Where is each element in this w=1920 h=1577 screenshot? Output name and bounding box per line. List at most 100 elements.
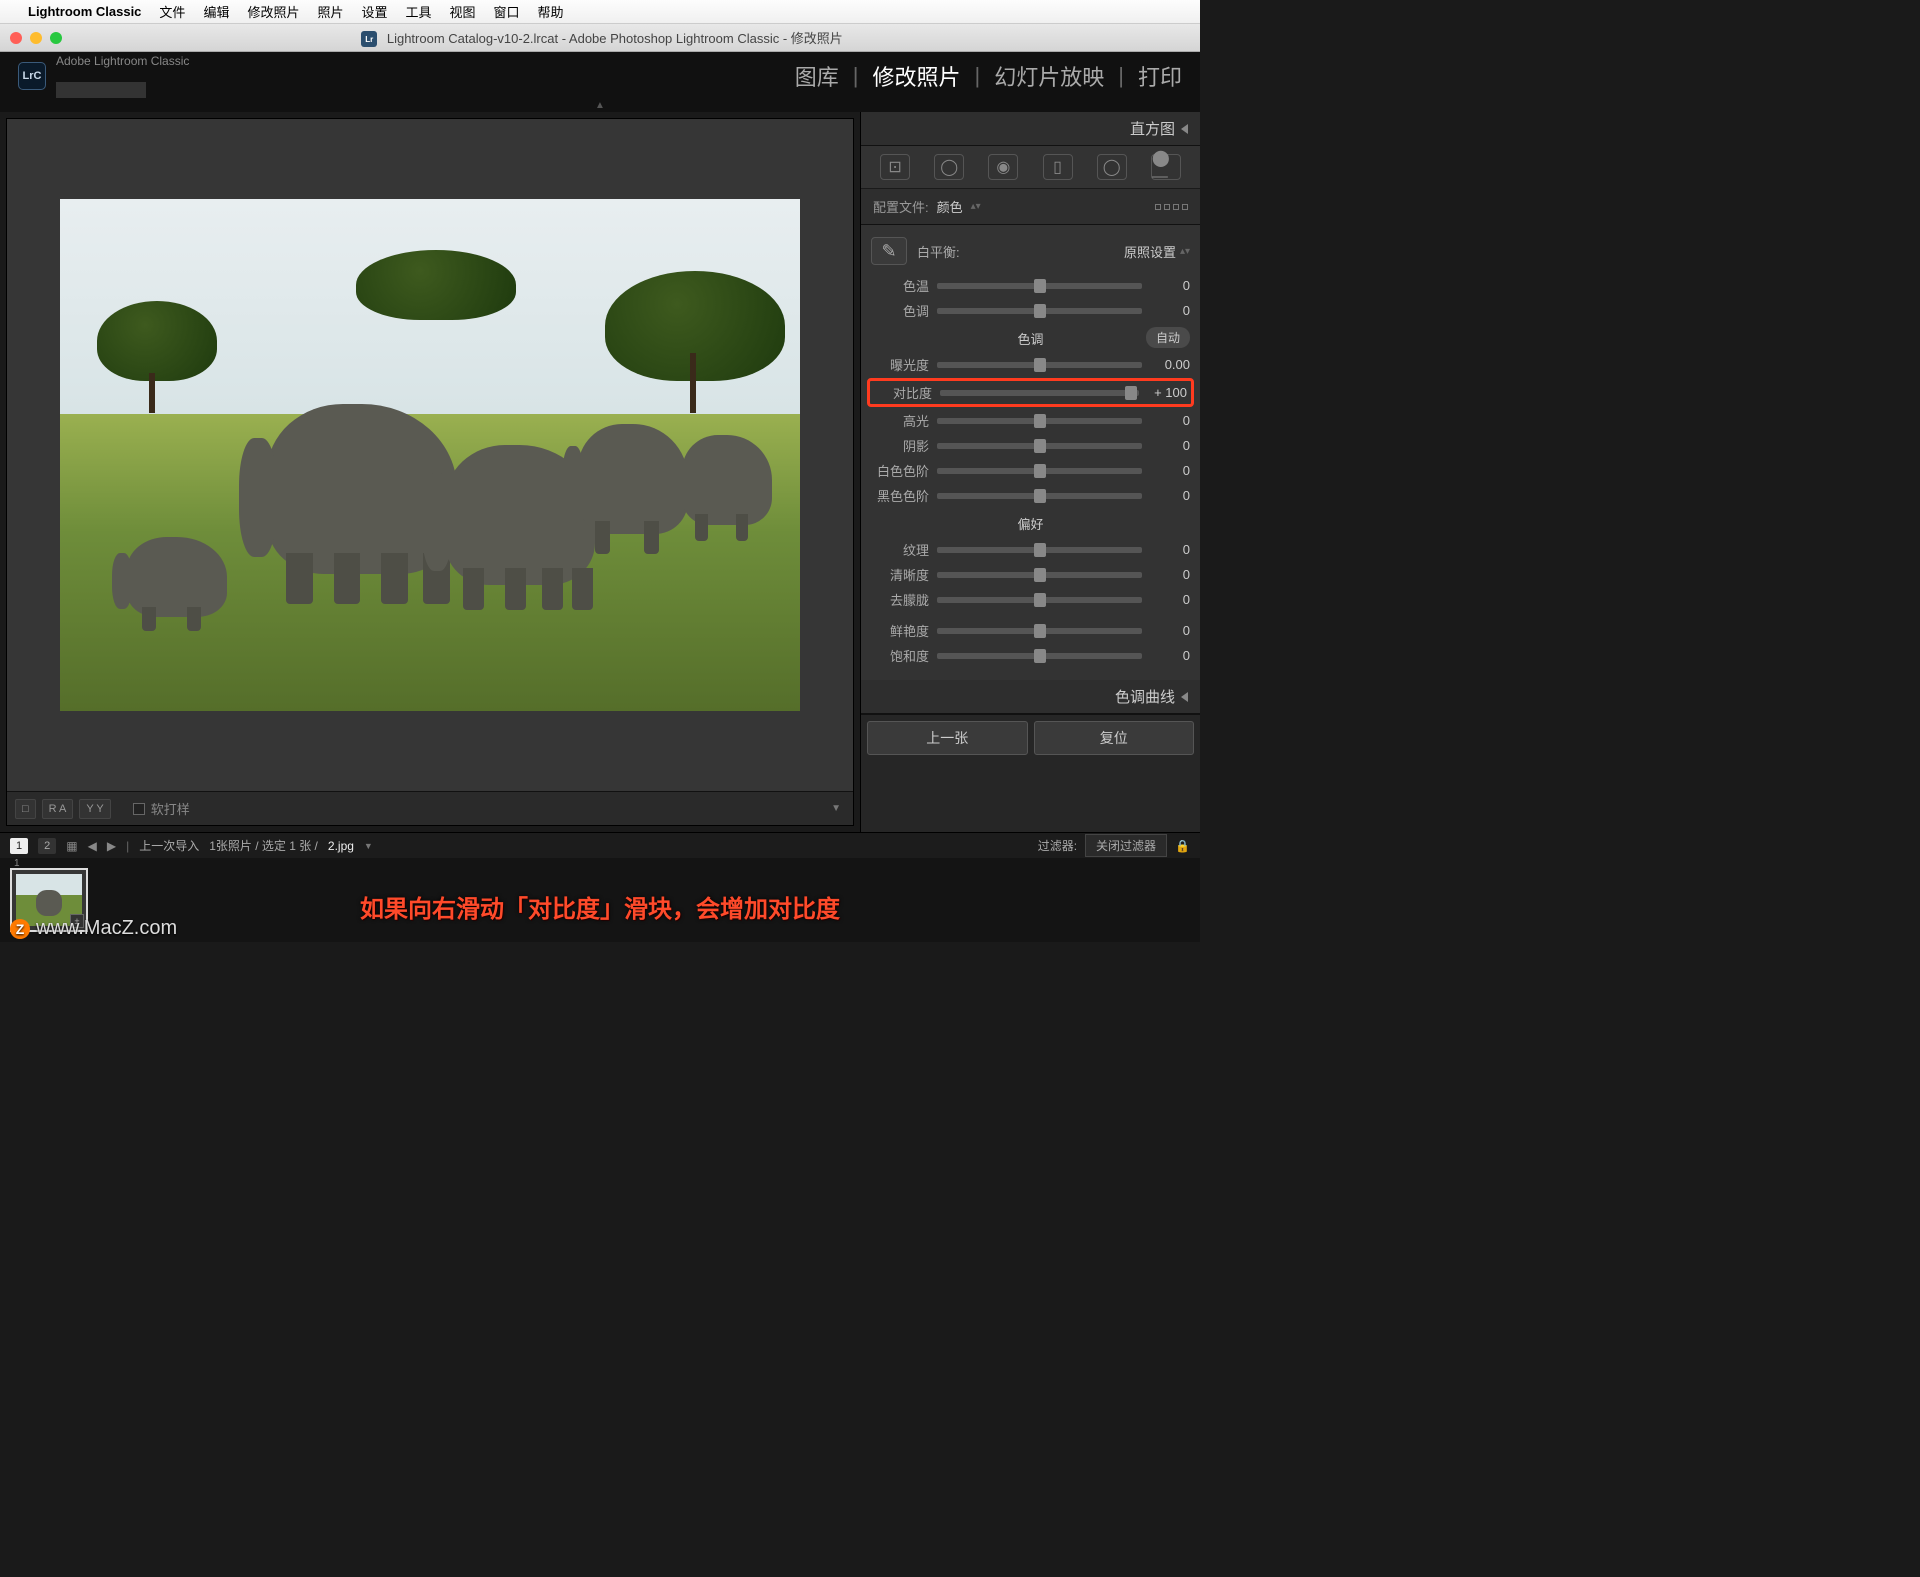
slider-label: 色温: [871, 276, 929, 295]
module-library[interactable]: 图库: [795, 60, 839, 92]
preview-canvas[interactable]: [7, 119, 853, 791]
module-develop[interactable]: 修改照片: [873, 60, 961, 92]
menu-tools[interactable]: 工具: [406, 2, 432, 21]
collapse-icon[interactable]: [1181, 124, 1188, 134]
slider-label: 鲜艳度: [871, 621, 929, 640]
watermark: Z www.MacZ.com: [10, 917, 177, 940]
collapse-icon[interactable]: [1181, 692, 1188, 702]
slider-thumb-icon[interactable]: [1034, 543, 1046, 557]
slider-track[interactable]: [937, 597, 1142, 603]
menu-photo[interactable]: 照片: [317, 2, 343, 21]
slider-value[interactable]: 0: [1150, 303, 1190, 318]
slider-thumb-icon[interactable]: [1034, 624, 1046, 638]
previous-button[interactable]: 上一张: [867, 721, 1028, 755]
slider-track[interactable]: [937, 308, 1142, 314]
toolbar-dropdown-icon[interactable]: ▼: [827, 799, 845, 818]
slider-track[interactable]: [937, 653, 1142, 659]
document-icon: Lr: [361, 31, 377, 47]
crop-tool-icon[interactable]: ⊡: [880, 154, 910, 180]
identity-plate-box[interactable]: [56, 82, 146, 98]
module-print[interactable]: 打印: [1138, 60, 1182, 92]
slider-thumb-icon[interactable]: [1125, 386, 1137, 400]
wb-eyedropper-icon[interactable]: ✎: [871, 237, 907, 265]
menu-help[interactable]: 帮助: [538, 2, 564, 21]
wb-preset-select[interactable]: 原照设置 ▴▾: [1124, 242, 1190, 261]
second-display-button[interactable]: 2: [38, 838, 56, 854]
menu-file[interactable]: 文件: [159, 2, 185, 21]
brush-tool-icon[interactable]: ⬤—: [1151, 154, 1181, 180]
redeye-tool-icon[interactable]: ◉: [988, 154, 1018, 180]
before-after-yy-button[interactable]: Y Y: [79, 799, 110, 819]
slider-thumb-icon[interactable]: [1034, 304, 1046, 318]
slider-track[interactable]: [937, 468, 1142, 474]
slider-thumb-icon[interactable]: [1034, 593, 1046, 607]
menu-develop[interactable]: 修改照片: [247, 2, 299, 21]
main-display-button[interactable]: 1: [10, 838, 28, 854]
slider-value[interactable]: 0: [1150, 488, 1190, 503]
breadcrumb-source[interactable]: 上一次导入: [139, 837, 199, 854]
menu-view[interactable]: 视图: [450, 2, 476, 21]
menu-window[interactable]: 窗口: [494, 2, 520, 21]
softproof-checkbox[interactable]: [133, 803, 145, 815]
slider-thumb-icon[interactable]: [1034, 279, 1046, 293]
wb-preset-value: 原照设置: [1124, 242, 1176, 261]
slider-track[interactable]: [937, 547, 1142, 553]
slider-thumb-icon[interactable]: [1034, 414, 1046, 428]
grid-view-icon[interactable]: ▦: [66, 839, 77, 853]
slider-value[interactable]: 0: [1150, 567, 1190, 582]
module-slideshow[interactable]: 幻灯片放映: [994, 60, 1104, 92]
before-after-ra-button[interactable]: R A: [42, 799, 74, 819]
mask-tool-icon[interactable]: ▯: [1043, 154, 1073, 180]
slider-value[interactable]: 0: [1150, 592, 1190, 607]
preview-pane: □ R A Y Y 软打样 ▼: [6, 118, 854, 826]
slider-track[interactable]: [937, 283, 1142, 289]
menu-settings[interactable]: 设置: [361, 2, 387, 21]
slider-value[interactable]: 0: [1150, 438, 1190, 453]
slider-鲜艳度: 鲜艳度 0: [871, 618, 1190, 643]
filmstrip[interactable]: 1 ± 如果向右滑动「对比度」滑块，会增加对比度 Z www.MacZ.com: [0, 858, 1200, 942]
slider-thumb-icon[interactable]: [1034, 568, 1046, 582]
auto-tone-button[interactable]: 自动: [1146, 327, 1190, 348]
slider-thumb-icon[interactable]: [1034, 489, 1046, 503]
slider-value[interactable]: 0: [1150, 623, 1190, 638]
slider-track[interactable]: [937, 362, 1142, 368]
slider-thumb-icon[interactable]: [1034, 464, 1046, 478]
slider-value[interactable]: 0: [1150, 278, 1190, 293]
slider-thumb-icon[interactable]: [1034, 358, 1046, 372]
radial-tool-icon[interactable]: ◯: [1097, 154, 1127, 180]
slider-value[interactable]: 0: [1150, 463, 1190, 478]
profile-browser-icon[interactable]: [1155, 204, 1188, 210]
nav-next-icon[interactable]: ▶: [107, 839, 116, 853]
spot-tool-icon[interactable]: ◯: [934, 154, 964, 180]
breadcrumb-dropdown-icon[interactable]: ▼: [364, 841, 373, 851]
slider-白色色阶: 白色色阶 0: [871, 458, 1190, 483]
tone-curve-panel-header[interactable]: 色调曲线: [861, 680, 1200, 714]
breadcrumb-count: 1张照片 / 选定 1 张 /: [209, 837, 318, 854]
slider-label: 色调: [871, 301, 929, 320]
filter-lock-icon[interactable]: 🔒: [1175, 839, 1190, 853]
reset-button[interactable]: 复位: [1034, 721, 1195, 755]
slider-label: 白色色阶: [871, 461, 929, 480]
slider-value[interactable]: + 100: [1147, 385, 1187, 400]
top-panel-expand-icon[interactable]: ▲: [0, 100, 1200, 112]
nav-prev-icon[interactable]: ◀: [88, 839, 97, 853]
slider-track[interactable]: [937, 493, 1142, 499]
histogram-panel-header[interactable]: 直方图: [861, 112, 1200, 146]
profile-value[interactable]: 颜色: [937, 197, 963, 216]
slider-thumb-icon[interactable]: [1034, 649, 1046, 663]
slider-track[interactable]: [937, 628, 1142, 634]
slider-value[interactable]: 0: [1150, 413, 1190, 428]
slider-track[interactable]: [940, 390, 1139, 396]
slider-track[interactable]: [937, 418, 1142, 424]
menu-app-name[interactable]: Lightroom Classic: [28, 4, 141, 19]
slider-value[interactable]: 0: [1150, 648, 1190, 663]
slider-track[interactable]: [937, 443, 1142, 449]
profile-arrows-icon[interactable]: ▴▾: [971, 201, 981, 212]
loupe-view-button[interactable]: □: [15, 799, 36, 819]
slider-track[interactable]: [937, 572, 1142, 578]
menu-edit[interactable]: 编辑: [203, 2, 229, 21]
slider-value[interactable]: 0.00: [1150, 357, 1190, 372]
slider-thumb-icon[interactable]: [1034, 439, 1046, 453]
filter-select[interactable]: 关闭过滤器: [1085, 834, 1167, 857]
slider-value[interactable]: 0: [1150, 542, 1190, 557]
